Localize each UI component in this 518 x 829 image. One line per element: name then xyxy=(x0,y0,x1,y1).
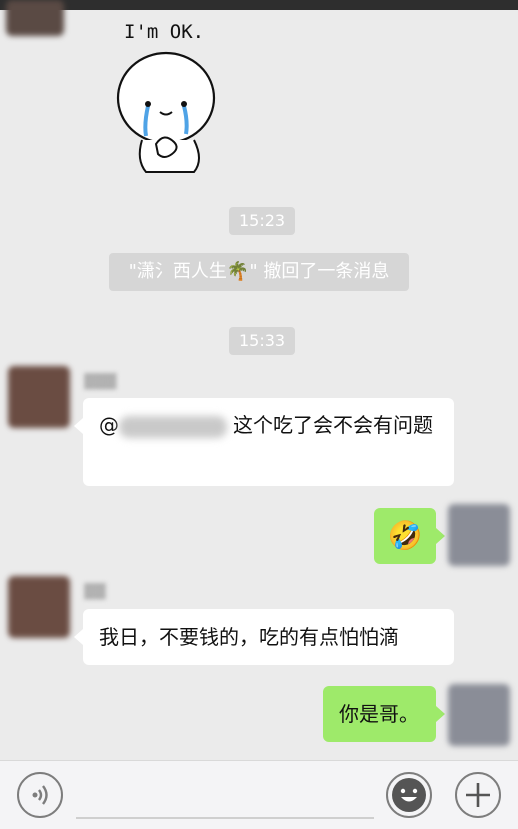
timestamp: 15:33 xyxy=(229,327,296,355)
message-bubble[interactable]: 你是哥。 xyxy=(323,686,445,742)
message-bubble[interactable]: @ 这个吃了会不会有问题 xyxy=(74,398,454,486)
sticker-caption: I'm OK. xyxy=(124,21,204,43)
sticker-image[interactable]: I'm OK. xyxy=(108,14,232,178)
status-bar xyxy=(0,0,518,10)
message-bubble[interactable]: 🤣 xyxy=(374,508,445,564)
input-bar xyxy=(0,760,518,829)
message-text: 我日，不要钱的，吃的有点怕怕滴 xyxy=(99,625,399,649)
sender-name: ▓▓ xyxy=(84,584,106,600)
smiley-icon xyxy=(392,778,426,812)
emoji-button[interactable] xyxy=(386,772,432,818)
plus-icon xyxy=(466,783,490,807)
avatar[interactable] xyxy=(448,684,510,746)
message-bubble[interactable]: 我日，不要钱的，吃的有点怕怕滴 xyxy=(74,609,454,665)
avatar[interactable] xyxy=(448,504,510,566)
message-text: 你是哥。 xyxy=(339,702,419,726)
message-text: 这个吃了会不会有问题 xyxy=(233,413,433,437)
avatar[interactable] xyxy=(6,0,64,36)
avatar[interactable] xyxy=(8,366,70,428)
voice-button[interactable] xyxy=(17,772,63,818)
voice-icon xyxy=(32,785,48,805)
mention-name xyxy=(119,415,227,438)
message-input[interactable] xyxy=(76,817,374,819)
mention-prefix: @ xyxy=(99,413,119,437)
emoji: 🤣 xyxy=(387,519,423,552)
timestamp: 15:23 xyxy=(229,207,296,235)
sender-name: ▓▓▓ xyxy=(84,374,117,390)
recall-notice: "潇氵西人生🌴" 撤回了一条消息 xyxy=(109,253,409,291)
more-button[interactable] xyxy=(455,772,501,818)
avatar[interactable] xyxy=(8,576,70,638)
